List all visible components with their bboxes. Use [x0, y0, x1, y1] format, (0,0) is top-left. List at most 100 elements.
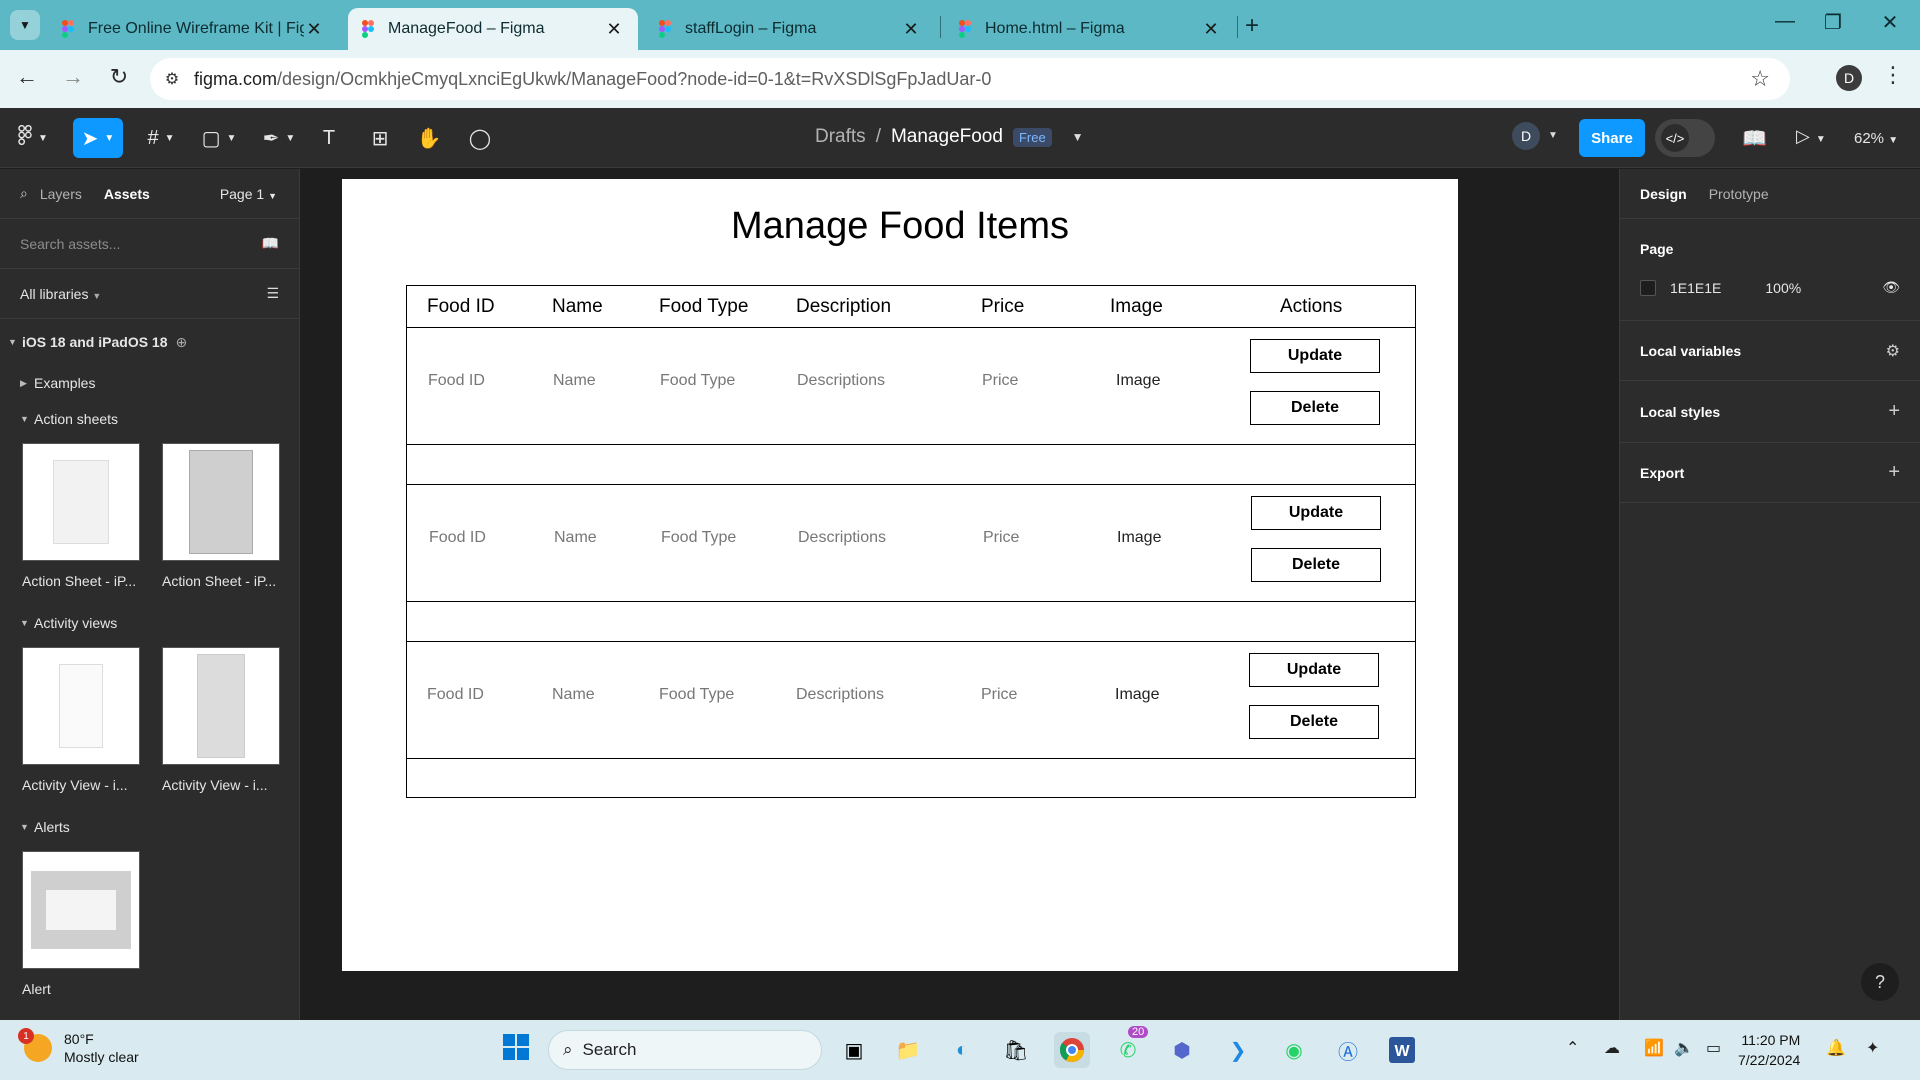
profile-avatar[interactable]: D [1836, 65, 1862, 91]
color-swatch[interactable] [1640, 279, 1656, 296]
browser-menu-icon[interactable]: ⋮ [1882, 62, 1904, 88]
tab-prototype[interactable]: Prototype [1709, 186, 1769, 202]
taskbar-search[interactable]: ⌕ Search [548, 1030, 822, 1070]
frame-tool[interactable]: # ▼ [140, 118, 182, 158]
show-hidden-icons[interactable]: ⌃ [1566, 1038, 1579, 1058]
microsoft-store-icon[interactable]: 🛍 [998, 1032, 1034, 1068]
search-icon[interactable]: ⌕ [20, 185, 28, 202]
section-alerts[interactable]: ▼ Alerts [0, 809, 299, 845]
copilot-icon[interactable]: ✦ [1866, 1038, 1879, 1058]
whatsapp-icon[interactable]: ✆ 20 [1110, 1026, 1149, 1068]
asset-action-sheet-2[interactable]: Action Sheet - iP... [162, 443, 280, 589]
close-icon[interactable]: ✕ [304, 19, 324, 40]
eye-icon[interactable]: 👁 [1882, 279, 1900, 296]
dev-mode-toggle[interactable]: </> [1655, 119, 1715, 157]
url-field[interactable]: ⚙ figma.com/design/OcmkhjeCmyqLxnciEgUkw… [150, 58, 1790, 100]
tab-managefood[interactable]: ManageFood – Figma ✕ [348, 8, 638, 50]
delete-button[interactable]: Delete [1251, 548, 1381, 582]
hand-tool[interactable]: ✋ [414, 118, 444, 158]
page-color-hex[interactable]: 1E1E1E [1670, 280, 1721, 296]
library-header[interactable]: ▼ iOS 18 and iPadOS 18 ⊕ [0, 319, 299, 365]
asset-action-sheet-1[interactable]: Action Sheet - iP... [22, 443, 140, 589]
present-play-icon[interactable]: ▷ ▼ [1796, 126, 1826, 147]
page-opacity[interactable]: 100% [1765, 280, 1801, 296]
local-styles-section[interactable]: Local styles + [1620, 381, 1920, 443]
asset-alert[interactable]: Alert [22, 851, 140, 997]
search-assets-input[interactable]: Search assets... 📖 [0, 219, 299, 269]
tab-search-button[interactable]: ▼ [10, 10, 40, 40]
new-tab-button[interactable]: + [1245, 12, 1259, 40]
minimize-button[interactable]: — [1765, 10, 1805, 33]
vscode-icon[interactable]: ❯ [1220, 1032, 1256, 1068]
all-libraries-dropdown[interactable]: All libraries ▼ ☰ [0, 269, 299, 319]
update-button[interactable]: Update [1251, 496, 1381, 530]
breadcrumb-drafts[interactable]: Drafts [815, 126, 866, 148]
task-view-icon[interactable]: ▣ [836, 1032, 872, 1068]
file-explorer-icon[interactable]: 📁 [890, 1032, 926, 1068]
plus-icon[interactable]: + [1888, 461, 1900, 484]
bookmark-star-icon[interactable]: ☆ [1750, 66, 1770, 92]
reload-button[interactable]: ↻ [104, 64, 134, 90]
comment-tool[interactable]: ◯ [465, 118, 495, 158]
close-icon[interactable]: ✕ [901, 19, 921, 40]
pen-tool[interactable]: ✒ ▼ [256, 118, 302, 158]
clock[interactable]: 11:20 PM 7/22/2024 [1738, 1030, 1800, 1070]
resources-tool[interactable]: ⊞ [365, 118, 395, 158]
main-menu-button[interactable]: ▼ [12, 118, 54, 158]
zoom-menu[interactable]: 62% ▼ [1854, 130, 1898, 147]
move-tool[interactable]: ➤ ▼ [73, 118, 123, 158]
update-button[interactable]: Update [1250, 339, 1380, 373]
app-a-icon[interactable]: Ⓐ [1330, 1032, 1366, 1068]
page-selector[interactable]: Page 1 ▼ [220, 186, 277, 202]
user-avatar[interactable]: D [1512, 122, 1540, 150]
word-icon[interactable]: W [1384, 1032, 1420, 1068]
delete-button[interactable]: Delete [1249, 705, 1379, 739]
whatsapp-business-icon[interactable]: ◉ [1276, 1032, 1312, 1068]
close-window-button[interactable]: ✕ [1870, 10, 1910, 35]
battery-icon[interactable]: ▭ [1706, 1038, 1721, 1058]
asset-activity-view-1[interactable]: Activity View - i... [22, 647, 140, 793]
notification-bell-icon[interactable]: 🔔 [1826, 1038, 1846, 1058]
tab-stafflogin[interactable]: staffLogin – Figma ✕ [645, 8, 935, 50]
section-examples[interactable]: ▶ Examples [0, 365, 299, 401]
plus-icon[interactable]: + [1888, 400, 1900, 423]
site-settings-icon[interactable]: ⚙ [150, 69, 194, 89]
share-button[interactable]: Share [1579, 119, 1645, 157]
file-name[interactable]: ManageFood [891, 126, 1003, 148]
section-action-sheets[interactable]: ▼ Action sheets [0, 401, 299, 437]
text-tool[interactable]: T [314, 118, 344, 158]
section-activity-views[interactable]: ▼ Activity views [0, 605, 299, 641]
tab-assets[interactable]: Assets [104, 186, 150, 202]
delete-button[interactable]: Delete [1250, 391, 1380, 425]
variables-settings-icon[interactable]: ⚙ [1886, 341, 1900, 361]
app-hexagon-icon[interactable]: ⬢ [1164, 1032, 1200, 1068]
onedrive-icon[interactable]: ☁ [1604, 1038, 1620, 1058]
back-button[interactable]: ← [12, 64, 42, 90]
list-view-icon[interactable]: ☰ [266, 285, 279, 302]
page-fill-row[interactable]: 1E1E1E 100% 👁 [1640, 279, 1900, 296]
weather-widget[interactable]: 1 80°F Mostly clear [18, 1028, 139, 1066]
tab-wireframe-kit[interactable]: Free Online Wireframe Kit | Figma ✕ [48, 8, 338, 50]
library-book-icon[interactable]: 📖 [1742, 126, 1767, 151]
canvas[interactable]: Manage Food Items Food ID Name Food Type… [301, 169, 1619, 1020]
start-button[interactable] [498, 1032, 534, 1068]
tab-layers[interactable]: Layers [40, 186, 82, 202]
asset-activity-view-2[interactable]: Activity View - i... [162, 647, 280, 793]
tab-design[interactable]: Design [1640, 186, 1687, 202]
restore-button[interactable]: ❐ [1813, 10, 1853, 35]
shape-tool[interactable]: ▢ ▼ [196, 118, 242, 158]
design-frame[interactable]: Manage Food Items Food ID Name Food Type… [342, 179, 1458, 971]
help-button[interactable]: ? [1861, 963, 1899, 1001]
edge-browser-icon[interactable]: ◐ [944, 1032, 980, 1068]
tab-home-html[interactable]: Home.html – Figma ✕ [945, 8, 1235, 50]
wifi-icon[interactable]: 📶 [1644, 1038, 1664, 1058]
forward-button[interactable]: → [58, 64, 88, 90]
chevron-down-icon[interactable]: ▼ [1072, 130, 1084, 144]
chrome-icon[interactable] [1054, 1032, 1090, 1068]
chevron-down-icon[interactable]: ▼ [1548, 130, 1558, 141]
update-button[interactable]: Update [1249, 653, 1379, 687]
close-icon[interactable]: ✕ [604, 19, 624, 40]
close-icon[interactable]: ✕ [1201, 19, 1221, 40]
local-variables-section[interactable]: Local variables ⚙ [1620, 321, 1920, 381]
library-book-icon[interactable]: 📖 [262, 235, 279, 252]
